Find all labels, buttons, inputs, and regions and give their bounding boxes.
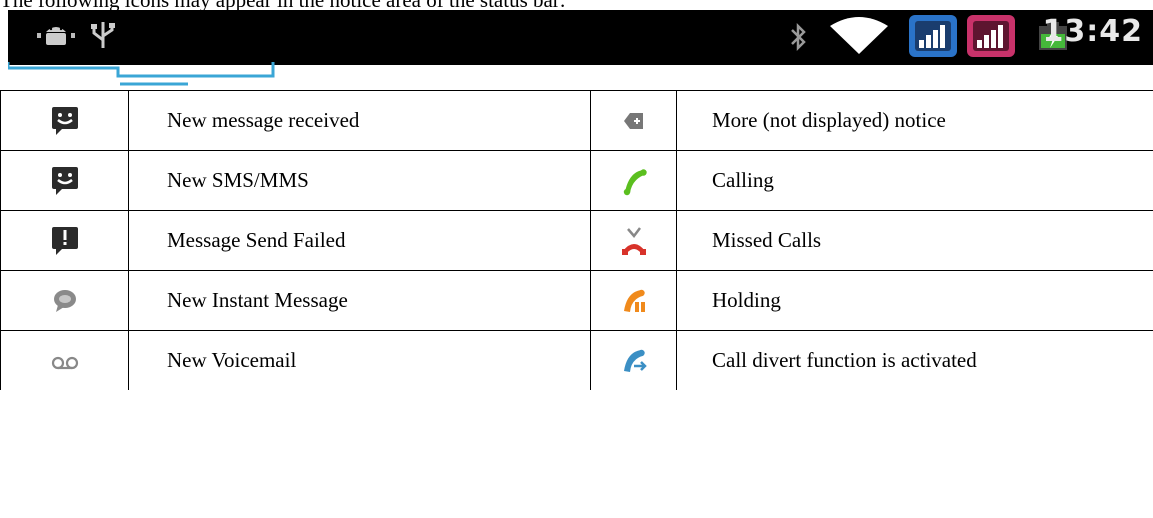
row-label: New Instant Message: [128, 270, 591, 331]
row-label: Call divert function is activated: [676, 330, 1153, 390]
table-row: New message received More (not displayed…: [0, 90, 1153, 151]
wifi-icon: [830, 17, 888, 54]
icon-cell: [0, 150, 129, 211]
icon-cell: [0, 210, 129, 271]
row-label: More (not displayed) notice: [676, 90, 1153, 151]
row-label: New message received: [128, 90, 591, 151]
row-label: Calling: [676, 150, 1153, 211]
icon-cell: [590, 210, 677, 271]
table-row: New Instant Message Holding: [0, 270, 1153, 331]
signal-sim2-icon: [967, 15, 1015, 57]
missed-call-icon: [621, 226, 646, 255]
signal-sim1-icon: [909, 15, 957, 57]
icon-cell: [590, 330, 677, 390]
usb-icon: [91, 22, 115, 48]
instant-message-icon: [53, 289, 76, 312]
message-smiley-icon: [51, 106, 78, 135]
icon-cell: [0, 330, 129, 390]
bluetooth-icon: [791, 22, 806, 52]
icon-cell: [0, 270, 129, 331]
icon-cell: [590, 90, 677, 151]
message-smiley-icon: [51, 166, 78, 195]
table-row: New Voicemail Call divert function is ac…: [0, 330, 1153, 390]
icon-cell: [590, 270, 677, 331]
more-notice-icon: [623, 113, 643, 130]
table-row: Message Send Failed Missed Calls: [0, 210, 1153, 271]
table-row: New SMS/MMS Calling: [0, 150, 1153, 211]
message-failed-icon: [51, 226, 78, 255]
icon-cell: [590, 150, 677, 211]
calling-icon: [623, 168, 647, 195]
voicemail-icon: [51, 357, 78, 370]
row-label: New SMS/MMS: [128, 150, 591, 211]
tab-indicator: [8, 62, 275, 86]
row-label: Holding: [676, 270, 1153, 331]
icon-cell: [0, 90, 129, 151]
row-label: Missed Calls: [676, 210, 1153, 271]
call-divert-icon: [623, 349, 647, 372]
holding-call-icon: [623, 289, 645, 312]
status-bar: 13:42: [8, 10, 1153, 65]
row-label: New Voicemail: [128, 330, 591, 390]
android-debug-icon: [37, 27, 75, 45]
row-label: Message Send Failed: [128, 210, 591, 271]
notice-icons-table: New message received More (not displayed…: [0, 90, 1153, 390]
status-clock: 13:42: [1042, 14, 1143, 49]
